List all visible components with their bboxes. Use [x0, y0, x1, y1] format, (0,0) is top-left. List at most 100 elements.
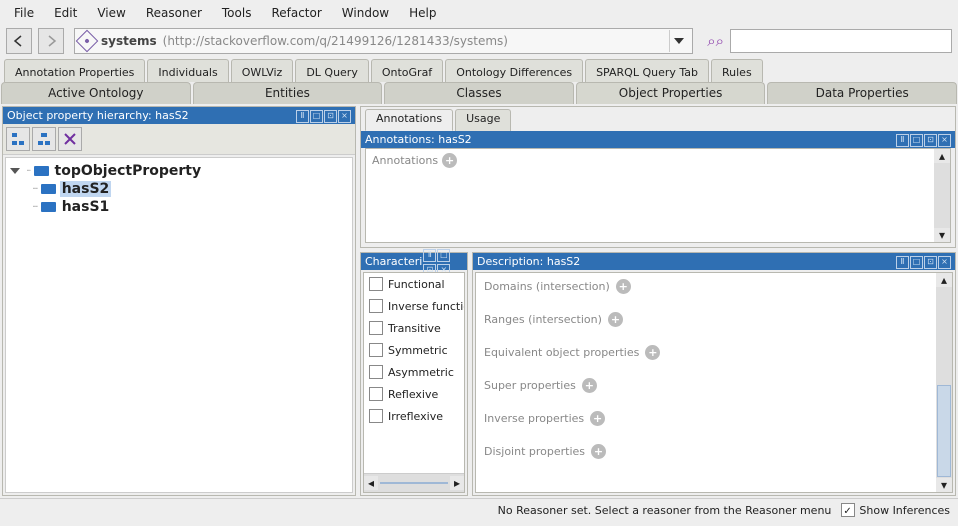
- hierarchy-toolbar: [3, 124, 355, 155]
- menu-refactor[interactable]: Refactor: [261, 4, 331, 22]
- tab-object-properties[interactable]: Object Properties: [576, 82, 766, 104]
- characteristics-title: Characteri: [365, 255, 422, 268]
- chevron-down-icon[interactable]: [10, 168, 20, 174]
- menu-window[interactable]: Window: [332, 4, 399, 22]
- add-button[interactable]: +: [582, 378, 597, 393]
- search-wrap: ⌕⌕: [707, 29, 952, 53]
- characteristic-irreflexive[interactable]: Irreflexive: [364, 405, 464, 427]
- menu-edit[interactable]: Edit: [44, 4, 87, 22]
- status-bar: No Reasoner set. Select a reasoner from …: [0, 498, 958, 521]
- object-property-hierarchy-panel: Object property hierarchy: hasS2 Ⅱ□⊡× ··…: [2, 106, 356, 496]
- add-button[interactable]: +: [608, 312, 623, 327]
- vertical-scrollbar[interactable]: ▴ ▾: [934, 149, 950, 242]
- characteristic-transitive[interactable]: Transitive: [364, 317, 464, 339]
- description-header: Description: hasS2 Ⅱ□⊡×: [473, 253, 955, 270]
- add-sibling-button[interactable]: [6, 127, 30, 151]
- checkbox[interactable]: [369, 387, 383, 401]
- description-disjoint: Disjoint properties+: [484, 444, 944, 459]
- right-bottom-row: Characteri Ⅱ□⊡× Functional Inverse funct…: [360, 252, 956, 496]
- tab-ontology-differences[interactable]: Ontology Differences: [445, 59, 583, 82]
- scrollbar-thumb[interactable]: [937, 385, 951, 477]
- object-property-icon: [34, 166, 49, 176]
- property-tree[interactable]: ··· topObjectProperty ···· hasS2 ···· ha…: [5, 157, 353, 493]
- scroll-down-button[interactable]: ▾: [936, 478, 952, 492]
- description-section-label: Domains (intersection): [484, 280, 610, 293]
- panel-controls[interactable]: Ⅱ□⊡×: [895, 254, 951, 269]
- tab-entities[interactable]: Entities: [193, 82, 383, 104]
- vertical-scrollbar[interactable]: ▴ ▾: [936, 273, 952, 492]
- checkbox[interactable]: [369, 409, 383, 423]
- search-input[interactable]: [730, 29, 952, 53]
- horizontal-scrollbar[interactable]: ◂ ▸: [364, 473, 464, 492]
- ontology-dropdown[interactable]: [669, 30, 688, 52]
- menu-view[interactable]: View: [87, 4, 135, 22]
- add-button[interactable]: +: [616, 279, 631, 294]
- ontology-icon: [76, 30, 99, 53]
- add-child-button[interactable]: [32, 127, 56, 151]
- tab-classes[interactable]: Classes: [384, 82, 574, 104]
- menu-help[interactable]: Help: [399, 4, 446, 22]
- forward-button[interactable]: [38, 28, 64, 54]
- characteristic-label: Symmetric: [388, 344, 448, 357]
- scroll-left-button[interactable]: ◂: [364, 476, 378, 490]
- description-super: Super properties+: [484, 378, 944, 393]
- hierarchy-panel-header: Object property hierarchy: hasS2 Ⅱ□⊡×: [3, 107, 355, 124]
- ontology-uri: (http://stackoverflow.com/q/21499126/128…: [163, 34, 508, 48]
- characteristics-list: Functional Inverse functio Transitive Sy…: [363, 272, 465, 493]
- add-button[interactable]: +: [591, 444, 606, 459]
- checkbox[interactable]: [369, 321, 383, 335]
- menu-file[interactable]: File: [4, 4, 44, 22]
- characteristic-inverse-functional[interactable]: Inverse functio: [364, 295, 464, 317]
- characteristics-header: Characteri Ⅱ□⊡×: [361, 253, 467, 270]
- tree-child-hasS1[interactable]: ···· hasS1: [32, 198, 348, 216]
- panel-controls[interactable]: Ⅱ□⊡×: [895, 132, 951, 147]
- object-property-icon: [41, 202, 56, 212]
- panel-controls[interactable]: Ⅱ□⊡×: [295, 108, 351, 123]
- checkbox[interactable]: [369, 343, 383, 357]
- menu-reasoner[interactable]: Reasoner: [136, 4, 212, 22]
- tab-data-properties[interactable]: Data Properties: [767, 82, 957, 104]
- checkbox[interactable]: [369, 277, 383, 291]
- tab-dl-query[interactable]: DL Query: [295, 59, 369, 82]
- tab-active-ontology[interactable]: Active Ontology: [1, 82, 191, 104]
- delete-button[interactable]: [58, 127, 82, 151]
- characteristic-label: Inverse functio: [388, 300, 464, 313]
- tab-rules[interactable]: Rules: [711, 59, 763, 82]
- tab-annotation-properties[interactable]: Annotation Properties: [4, 59, 145, 82]
- scroll-right-button[interactable]: ▸: [450, 476, 464, 490]
- tab-usage[interactable]: Usage: [455, 109, 511, 131]
- ontology-address-bar[interactable]: systems (http://stackoverflow.com/q/2149…: [74, 28, 693, 54]
- tab-owlviz[interactable]: OWLViz: [231, 59, 294, 82]
- main-area: Object property hierarchy: hasS2 Ⅱ□⊡× ··…: [0, 104, 958, 498]
- add-button[interactable]: +: [645, 345, 660, 360]
- hierarchy-panel-title: Object property hierarchy: hasS2: [7, 109, 189, 122]
- checkbox-checked-icon[interactable]: [841, 503, 855, 517]
- description-equivalent: Equivalent object properties+: [484, 345, 944, 360]
- menu-tools[interactable]: Tools: [212, 4, 262, 22]
- tab-annotations[interactable]: Annotations: [365, 109, 453, 131]
- tree-root-row[interactable]: ··· topObjectProperty: [10, 162, 348, 180]
- back-button[interactable]: [6, 28, 32, 54]
- checkbox[interactable]: [369, 365, 383, 379]
- status-message: No Reasoner set. Select a reasoner from …: [498, 504, 832, 517]
- description-inverse: Inverse properties+: [484, 411, 944, 426]
- checkbox[interactable]: [369, 299, 383, 313]
- characteristic-functional[interactable]: Functional: [364, 273, 464, 295]
- tree-line: ····: [32, 202, 37, 213]
- characteristic-symmetric[interactable]: Symmetric: [364, 339, 464, 361]
- tree-line: ···: [26, 166, 30, 177]
- annotations-section-text: Annotations: [372, 154, 438, 167]
- scroll-up-button[interactable]: ▴: [934, 149, 950, 163]
- characteristic-reflexive[interactable]: Reflexive: [364, 383, 464, 405]
- tree-child-hasS2[interactable]: ···· hasS2: [32, 180, 348, 198]
- annotations-body: Annotations + ▴ ▾: [365, 148, 951, 243]
- tab-sparql-query[interactable]: SPARQL Query Tab: [585, 59, 709, 82]
- add-button[interactable]: +: [590, 411, 605, 426]
- characteristic-asymmetric[interactable]: Asymmetric: [364, 361, 464, 383]
- show-inferences-toggle[interactable]: Show Inferences: [841, 503, 950, 517]
- add-annotation-button[interactable]: +: [442, 153, 457, 168]
- scroll-down-button[interactable]: ▾: [934, 228, 950, 242]
- tab-individuals[interactable]: Individuals: [147, 59, 228, 82]
- tab-ontograf[interactable]: OntoGraf: [371, 59, 443, 82]
- scroll-up-button[interactable]: ▴: [936, 273, 952, 287]
